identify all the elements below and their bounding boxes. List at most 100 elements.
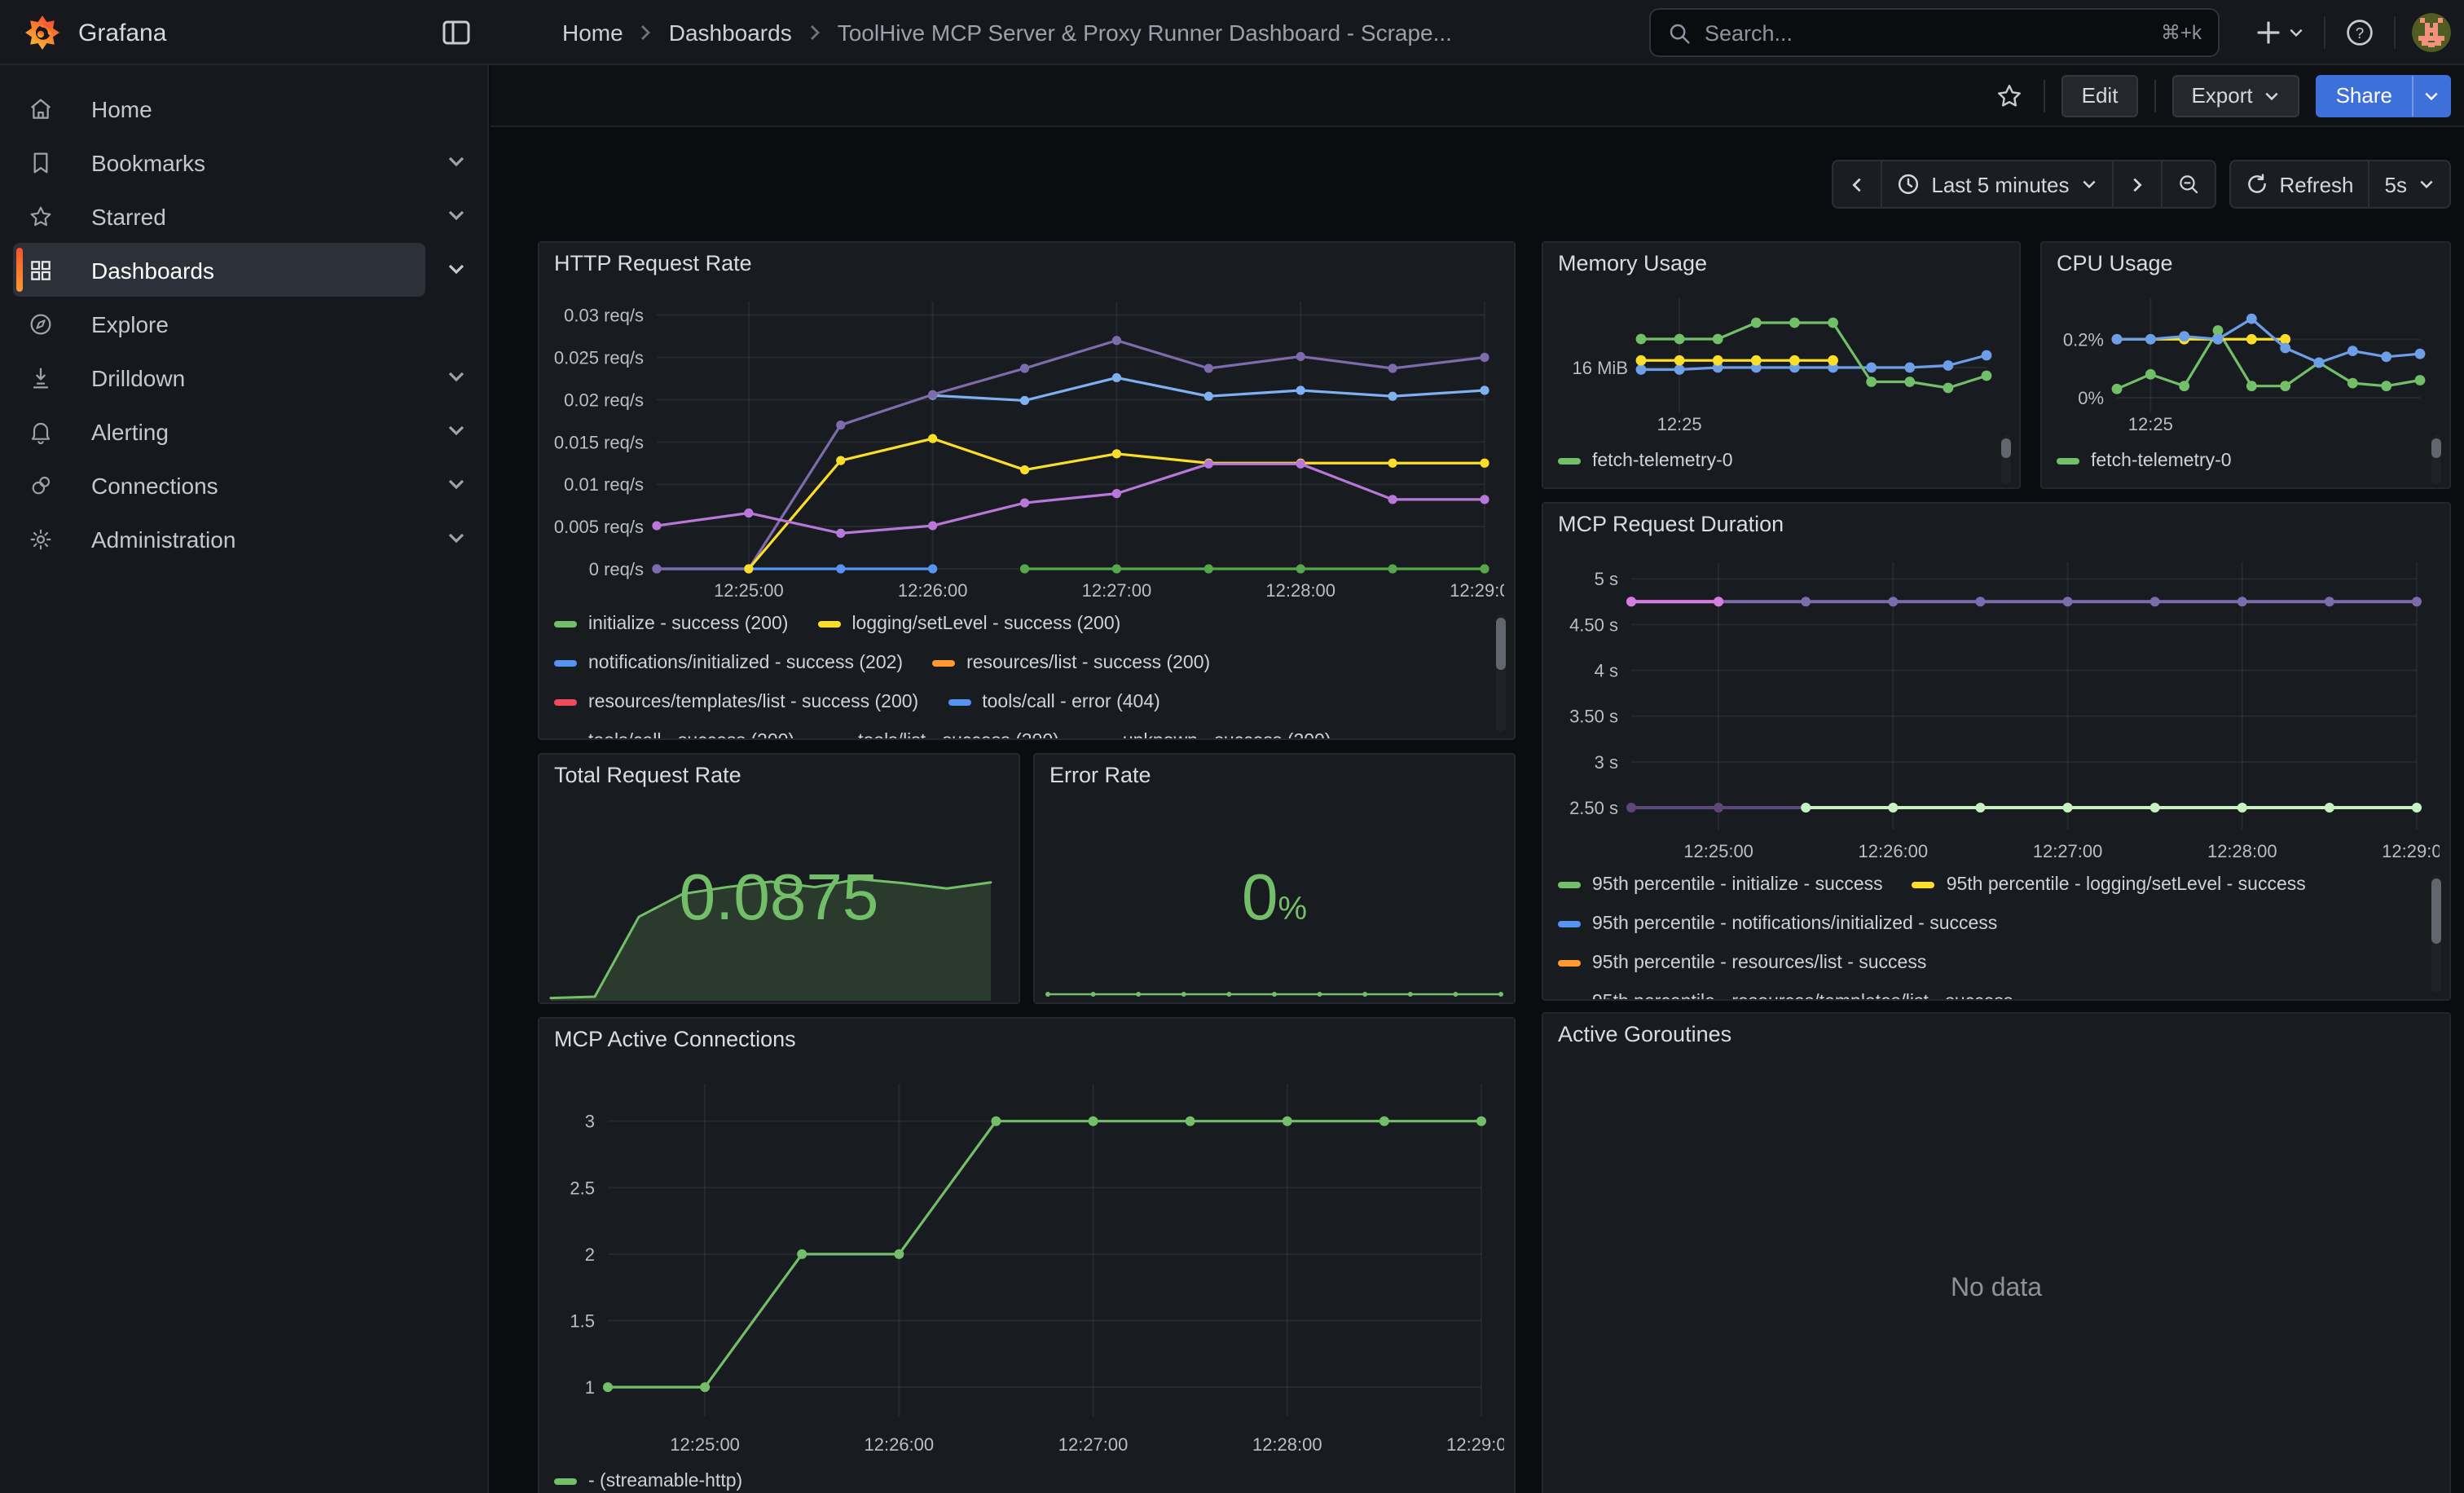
memory-usage-chart[interactable]: 16 MiB12:25 <box>1556 282 2009 438</box>
legend-scrollbar[interactable] <box>2431 435 2441 484</box>
time-forward-button[interactable] <box>2111 161 2160 207</box>
stat-value: 0.0875 <box>539 862 1019 936</box>
sidebar-collapse-icon[interactable] <box>440 16 473 49</box>
time-range-label: Last 5 minutes <box>1931 172 2069 196</box>
legend-item[interactable]: notifications/initialized - success (202… <box>554 654 903 673</box>
clock-icon <box>1897 173 1920 196</box>
sidebar-item-starred[interactable]: Starred <box>13 189 425 243</box>
sidebar-item-bookmarks[interactable]: Bookmarks <box>13 135 425 189</box>
brand[interactable]: Grafana <box>23 0 166 65</box>
chevron-down-icon[interactable] <box>445 419 468 442</box>
legend-label: fetch-telemetry-0 <box>2091 451 2232 471</box>
http-request-rate-chart[interactable]: 0 req/s0.005 req/s0.01 req/s0.015 req/s0… <box>552 285 1504 605</box>
refresh-button[interactable]: Refresh <box>2230 161 2368 207</box>
legend-scrollbar[interactable] <box>1496 614 1506 732</box>
refresh-interval-picker[interactable]: 5s <box>2369 161 2449 207</box>
chevron-down-icon[interactable] <box>445 258 468 280</box>
sidebar-item-drilldown[interactable]: Drilldown <box>13 350 425 404</box>
time-back-button[interactable] <box>1833 161 1881 207</box>
breadcrumb-dashboards[interactable]: Dashboards <box>669 20 792 46</box>
legend-item[interactable]: 95th percentile - resources/templates/li… <box>1558 993 2013 1001</box>
svg-text:2.50 s: 2.50 s <box>1569 798 1618 818</box>
legend-row: fetch-telemetry-0 <box>2057 442 2415 481</box>
sidebar-item-dashboards[interactable]: Dashboards <box>13 243 425 297</box>
legend-item[interactable]: fetch-telemetry-0 <box>2057 451 2232 471</box>
svg-text:0.2%: 0.2% <box>2063 329 2104 350</box>
scrollbar-thumb[interactable] <box>1496 618 1506 670</box>
memory-usage-legend: fetch-telemetry-0 <box>1558 442 1982 484</box>
share-button[interactable]: Share <box>2317 74 2412 117</box>
favorite-star-button[interactable] <box>1992 77 2028 113</box>
search-field[interactable] <box>1705 20 2148 45</box>
cpu-usage-chart[interactable]: 0.2%0%12:25 <box>2055 282 2440 438</box>
share-menu-button[interactable] <box>2412 74 2451 117</box>
legend-item[interactable]: logging/setLevel - success (200) <box>817 614 1120 634</box>
legend-item[interactable]: 95th percentile - notifications/initiali… <box>1558 914 1997 934</box>
panel-title[interactable]: Memory Usage <box>1558 251 1707 275</box>
gear-icon <box>28 526 54 552</box>
plug-icon <box>28 472 54 498</box>
edit-button[interactable]: Edit <box>2062 74 2138 117</box>
panel-title[interactable]: HTTP Request Rate <box>554 251 752 275</box>
panel-title[interactable]: Total Request Rate <box>554 763 741 787</box>
chevron-down-icon[interactable] <box>445 473 468 495</box>
help-button[interactable]: ? <box>2342 15 2378 51</box>
legend-row: notifications/initialized - success (202… <box>554 644 1476 683</box>
legend-label: resources/templates/list - success (200) <box>588 693 918 712</box>
legend-item[interactable]: tools/call - success (200) <box>554 732 794 740</box>
legend-item[interactable]: 95th percentile - initialize - success <box>1558 875 1883 895</box>
sidebar-item-alerting[interactable]: Alerting <box>13 404 425 458</box>
svg-text:0.03 req/s: 0.03 req/s <box>564 306 644 326</box>
sidebar-item-connections[interactable]: Connections <box>13 458 425 512</box>
legend-item[interactable]: initialize - success (200) <box>554 614 788 634</box>
user-avatar[interactable] <box>2412 13 2451 52</box>
grafana-logo-icon <box>23 13 62 52</box>
panel-title[interactable]: MCP Active Connections <box>554 1027 796 1051</box>
svg-text:12:25: 12:25 <box>1657 414 1702 434</box>
chevron-down-icon[interactable] <box>445 526 468 549</box>
panel-title[interactable]: MCP Request Duration <box>1558 512 1784 536</box>
legend-item[interactable]: 95th percentile - resources/list - succe… <box>1558 953 1926 973</box>
legend-swatch <box>932 660 955 667</box>
legend-scrollbar[interactable] <box>2431 875 2441 993</box>
legend-item[interactable]: - (streamable-http) <box>554 1472 742 1491</box>
chevron-down-icon <box>2288 24 2304 41</box>
panel-title[interactable]: Active Goroutines <box>1558 1022 1731 1046</box>
scrollbar-thumb[interactable] <box>2001 438 2011 458</box>
zoom-out-button[interactable] <box>2160 161 2214 207</box>
legend-scrollbar[interactable] <box>2001 435 2011 484</box>
mcp-request-duration-chart[interactable]: 2.50 s3 s3.50 s4 s4.50 s5 s12:25:0012:26… <box>1556 546 2440 865</box>
sidebar-item-home[interactable]: Home <box>13 81 425 135</box>
panel-title[interactable]: CPU Usage <box>2057 251 2173 275</box>
scrollbar-thumb[interactable] <box>2431 879 2441 944</box>
sidebar-item-label: Alerting <box>91 418 169 444</box>
breadcrumb-home[interactable]: Home <box>562 20 623 46</box>
panel-cpu-usage: CPU Usage 0.2%0%12:25 fetch-telemetry-0 <box>2040 241 2451 489</box>
scrollbar-thumb[interactable] <box>2431 438 2441 458</box>
legend-swatch <box>1912 882 1935 888</box>
chevron-down-icon[interactable] <box>445 365 468 388</box>
legend-item[interactable]: 95th percentile - logging/setLevel - suc… <box>1912 875 2306 895</box>
legend-item[interactable]: resources/templates/list - success (200) <box>554 693 918 712</box>
sidebar-item-explore[interactable]: Explore <box>13 297 425 350</box>
chevron-down-icon[interactable] <box>445 150 468 173</box>
mcp-active-connections-chart[interactable]: 11.522.5312:25:0012:26:0012:27:0012:28:0… <box>552 1064 1504 1459</box>
svg-text:3 s: 3 s <box>1595 752 1618 773</box>
search-input[interactable]: ⌘+k <box>1649 8 2220 57</box>
error-rate-sparkline <box>1045 980 1504 999</box>
legend-item[interactable]: fetch-telemetry-0 <box>1558 451 1733 471</box>
panel-title[interactable]: Error Rate <box>1049 763 1151 787</box>
topbar-actions: ? <box>2252 0 2451 65</box>
legend-item[interactable]: resources/list - success (200) <box>932 654 1210 673</box>
legend-item[interactable]: tools/call - error (404) <box>948 693 1160 712</box>
new-button[interactable] <box>2252 16 2308 49</box>
chevron-down-icon[interactable] <box>445 204 468 227</box>
legend-item[interactable]: unknown - success (200) <box>1089 732 1331 740</box>
legend-row: - (streamable-http) <box>554 1462 1476 1493</box>
export-button[interactable]: Export <box>2171 74 2299 117</box>
legend-item[interactable]: tools/list - success (200) <box>824 732 1059 740</box>
grafana-app: Grafana Home Dashboards ToolHive MCP Ser… <box>0 0 2464 1493</box>
time-range-picker[interactable]: Last 5 minutes <box>1881 161 2111 207</box>
sidebar-item-administration[interactable]: Administration <box>13 512 425 566</box>
refresh-group: Refresh 5s <box>2229 160 2451 209</box>
